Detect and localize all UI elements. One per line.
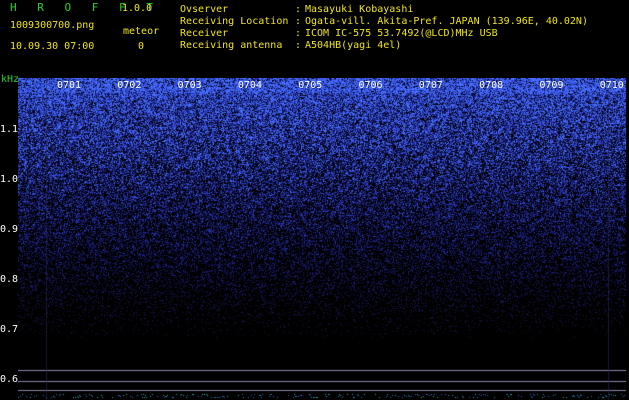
y-axis: 1.1 1.0 0.9 0.8 0.7 0.6 <box>0 78 18 400</box>
x-tick-label: 0706 <box>358 80 383 91</box>
y-tick-label: 0.6 <box>0 374 19 385</box>
x-tick-label: 0703 <box>177 80 202 91</box>
x-tick-label: 0708 <box>479 80 504 91</box>
capture-datetime: 10.09.30 07:00 <box>10 41 95 52</box>
info-label-antenna: Receiving antenna <box>180 40 283 51</box>
meteor-label: meteor <box>123 26 160 37</box>
y-tick-label: 0.7 <box>0 324 19 335</box>
capture-filename: 1009300700.png <box>10 20 95 31</box>
info-value-location: Ogata-vill. Akita-Pref. JAPAN (139.96E, … <box>305 16 588 27</box>
app-version: 1.0.0 <box>122 3 153 14</box>
info-sep: : <box>295 40 302 51</box>
info-sep: : <box>295 16 302 27</box>
spectrogram-canvas <box>18 78 626 400</box>
info-label-receiver: Receiver <box>180 28 229 39</box>
x-tick-label: 0707 <box>418 80 443 91</box>
x-tick-label: 0704 <box>237 80 262 91</box>
info-value-receiver: ICOM IC-575 53.7492(@LCD)MHz USB <box>305 28 498 39</box>
info-sep: : <box>295 28 302 39</box>
y-tick-label: 0.8 <box>0 274 19 285</box>
y-tick-label: 1.0 <box>0 174 19 185</box>
y-tick-label: 0.9 <box>0 224 19 235</box>
x-tick-label: 0702 <box>117 80 142 91</box>
info-label-location: Receiving Location <box>180 16 289 27</box>
info-sep: : <box>295 4 302 15</box>
info-value-antenna: A504HB(yagi 4el) <box>305 40 402 51</box>
info-label-observer: Ovserver <box>180 4 229 15</box>
info-value-observer: Masayuki Kobayashi <box>305 4 414 15</box>
x-tick-label: 0705 <box>298 80 323 91</box>
x-tick-label: 0710 <box>599 80 624 91</box>
meteor-count: 0 <box>138 41 145 52</box>
x-tick-label: 0701 <box>57 80 82 91</box>
x-tick-label: 0709 <box>539 80 564 91</box>
y-tick-label: 1.1 <box>0 124 19 135</box>
